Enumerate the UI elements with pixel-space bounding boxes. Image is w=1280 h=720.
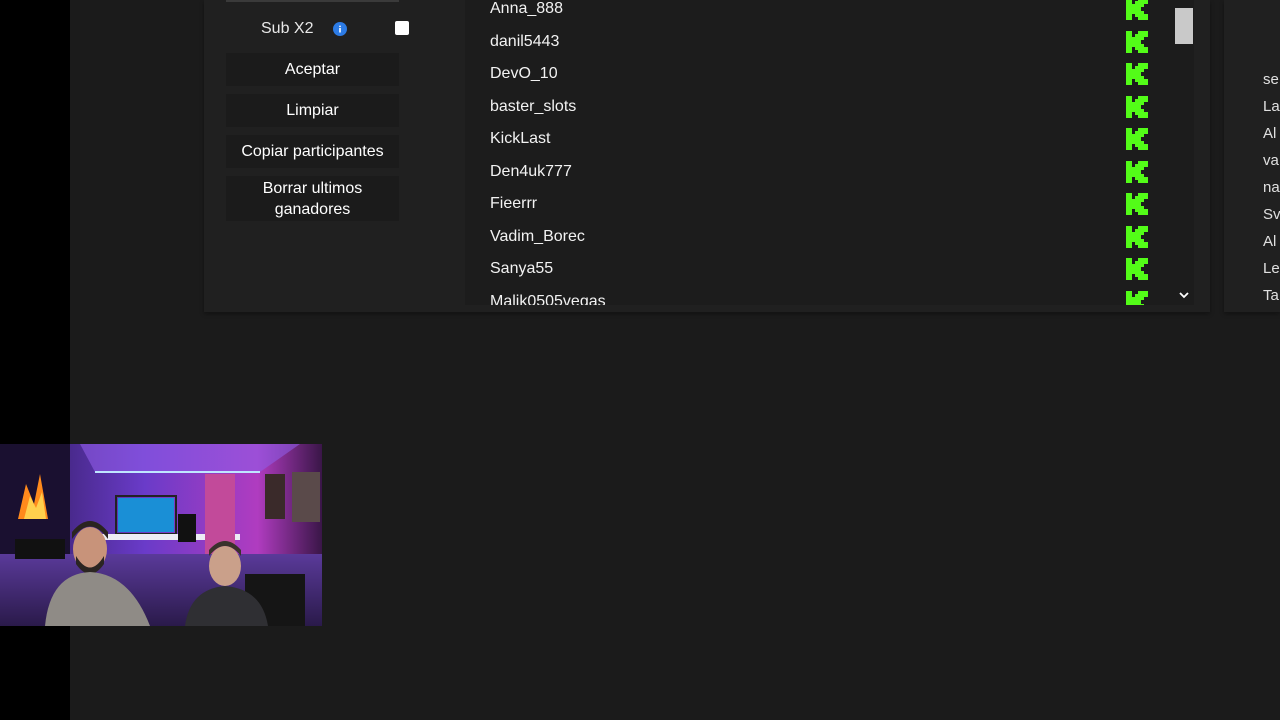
participant-row: Sanya55: [465, 258, 1174, 292]
top-divider: [226, 0, 399, 2]
participant-row: danil5443: [465, 30, 1174, 65]
winner-name-fragment: La: [1263, 98, 1280, 115]
winner-name-fragment: Le: [1263, 260, 1280, 277]
kick-icon: [1126, 290, 1148, 305]
delete-last-winners-label: Borrar ultimos ganadores: [262, 179, 363, 218]
winner-name-fragment: Al: [1263, 233, 1277, 250]
copy-participants-button[interactable]: Copiar participantes: [226, 135, 399, 168]
accept-button[interactable]: Aceptar: [226, 53, 399, 86]
winner-name-fragment: Al: [1263, 125, 1277, 142]
kick-icon: [1126, 258, 1148, 280]
participant-name: danil5443: [490, 32, 560, 50]
sub-x2-label: Sub X2: [261, 20, 314, 37]
participant-row: Malik0505vegas: [465, 290, 1174, 306]
info-icon[interactable]: [333, 22, 347, 36]
kick-icon: [1126, 63, 1148, 85]
kick-icon: [1126, 160, 1148, 183]
participant-row: Den4uk777: [465, 160, 1174, 195]
participant-row: Fieerrr: [465, 193, 1174, 227]
winner-name-fragment: na: [1263, 179, 1280, 196]
kick-icon: [1126, 193, 1148, 215]
participant-name: KickLast: [490, 130, 551, 147]
kick-icon: [1126, 0, 1148, 20]
webcam-overlay: [0, 444, 322, 626]
kick-icon: [1126, 128, 1148, 150]
list-scrollbar[interactable]: [1174, 0, 1194, 305]
participant-row: KickLast: [465, 128, 1174, 162]
delete-last-winners-button[interactable]: Borrar ultimos ganadores: [226, 176, 399, 221]
winner-name-fragment: Ta: [1263, 287, 1279, 304]
participant-name: baster_slots: [490, 97, 577, 115]
participants-list[interactable]: Anna_888 danil5443 DevO_10 baster_slots Kick…: [465, 0, 1174, 305]
participant-row: Vadim_Borec: [465, 225, 1174, 260]
participant-row: baster_slots: [465, 95, 1174, 130]
winner-name-fragment: Sv: [1263, 206, 1280, 223]
participant-row: DevO_10: [465, 63, 1174, 97]
participant-name: Sanya55: [490, 260, 554, 277]
kick-icon: [1126, 95, 1148, 118]
winner-name-fragment: va: [1263, 152, 1279, 169]
scroll-down-arrow-icon[interactable]: [1177, 289, 1191, 301]
clear-button[interactable]: Limpiar: [226, 94, 399, 127]
kick-icon: [1126, 225, 1148, 248]
scrollbar-thumb[interactable]: [1175, 8, 1193, 44]
participant-name: Den4uk777: [490, 162, 572, 180]
participant-name: Malik0505vegas: [490, 292, 606, 306]
participant-name: Anna_888: [490, 0, 563, 17]
sub-x2-checkbox[interactable]: [395, 21, 409, 35]
participant-row: Anna_888: [465, 0, 1174, 32]
participant-name: Fieerrr: [490, 195, 538, 212]
kick-icon: [1126, 30, 1148, 53]
sub-x2-option: Sub X2: [226, 14, 416, 44]
participant-name: Vadim_Borec: [490, 227, 585, 245]
participant-name: DevO_10: [490, 65, 558, 82]
winner-name-fragment: se: [1263, 71, 1279, 88]
